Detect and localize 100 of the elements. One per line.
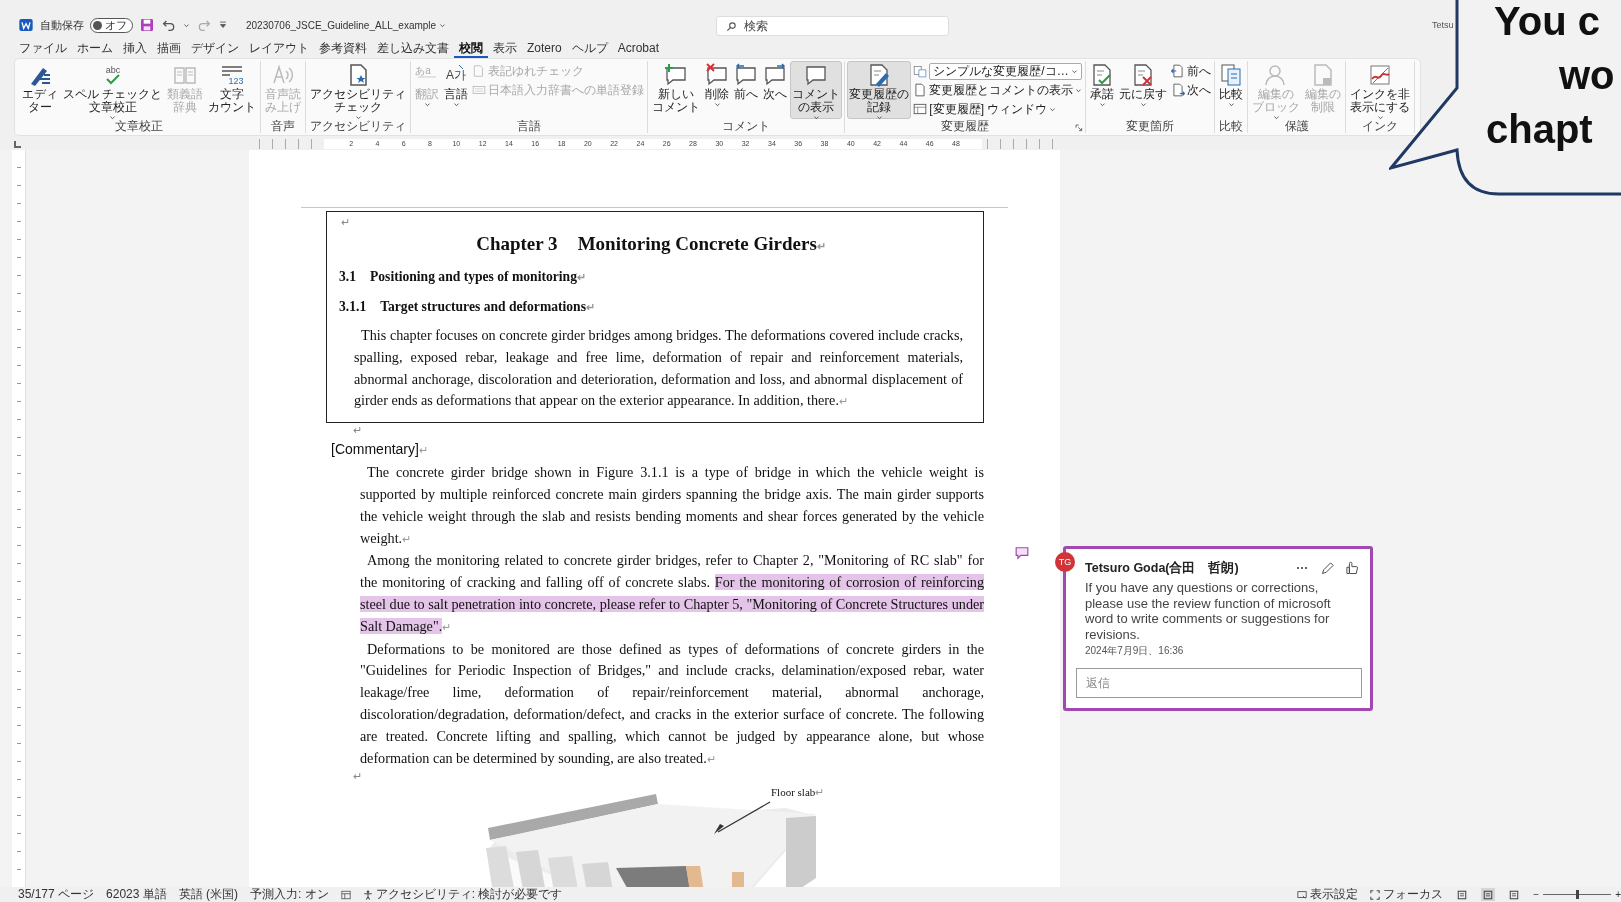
keyboard-icon xyxy=(472,83,487,97)
ribbon-button[interactable]: コメントの表示 xyxy=(790,61,843,119)
ribbon-tab[interactable]: Acrobat xyxy=(612,40,665,58)
autosave-label: 自動保存 xyxy=(40,17,84,33)
group-label: コメント xyxy=(722,119,771,134)
ribbon-button[interactable]: 前へ xyxy=(1170,62,1213,80)
status-text[interactable]: 英語 (米国) xyxy=(178,887,239,902)
caret-icon xyxy=(1227,101,1235,108)
previous-comment-icon xyxy=(734,63,759,87)
ribbon-button[interactable]: 元に戻す xyxy=(1117,61,1170,119)
group-label: 保護 xyxy=(1284,119,1309,134)
ribbon-button[interactable]: 123 文字カウント xyxy=(206,61,259,119)
commentary-label: [Commentary]↵ xyxy=(331,440,429,460)
ribbon-tab[interactable]: 差し込み文書 xyxy=(372,40,454,58)
ribbon-button[interactable]: 変更履歴の記録 xyxy=(847,61,912,119)
user-name[interactable]: Tetsu xyxy=(1432,20,1454,30)
ribbon-tab[interactable]: ファイル xyxy=(14,40,72,58)
ribbon-tab[interactable]: デザイン xyxy=(186,40,244,58)
ribbon-tab[interactable]: Zotero xyxy=(522,40,567,58)
ribbon-tab[interactable]: ホーム xyxy=(72,40,118,58)
focus-icon xyxy=(1370,889,1381,900)
ribbon-button[interactable]: 変更履歴とコメントの表示 xyxy=(912,81,1084,99)
callout-text: wo xyxy=(1559,52,1615,99)
markup-icon xyxy=(913,64,928,78)
status-text[interactable]: 予測入力: オン xyxy=(250,887,329,902)
ribbon-button[interactable]: 削除 xyxy=(703,61,732,119)
caret-icon xyxy=(713,101,721,108)
ribbon-button[interactable]: インクを非表示にする xyxy=(1348,61,1413,119)
ribbon-button[interactable]: アクセシビリティチェック xyxy=(308,61,409,119)
zoom-in-button[interactable]: + xyxy=(1615,888,1621,901)
reply-field[interactable]: 返信 xyxy=(1076,668,1362,698)
ribbon-button[interactable]: 次へ xyxy=(761,61,790,119)
leader-line xyxy=(712,800,772,837)
zoom-out-button[interactable]: − xyxy=(1533,888,1540,901)
paragraph: Deformations to be monitored are those defined as types of deformations of concrete girders in the "Guidelines for Periodic Inspection of Bridges," and include cracks, delamination/exposed rebar, water leakage/free lime, deformation of repair/reinforcement material, abnormal anchorage, discoloration/degradation, deformation/defect, and cracks in the exterior surface of concrete. The following are treated. Concrete lifting and spalling, which cannot be judged by appearance alone, but whose deformation can be determined by sounding, are also treated.↵ xyxy=(360,639,984,768)
customize-icon[interactable] xyxy=(218,20,228,30)
tab-selector[interactable] xyxy=(14,140,21,148)
caret-icon xyxy=(875,114,883,121)
slider-thumb[interactable] xyxy=(1576,890,1580,899)
search-field[interactable]: 検索 xyxy=(716,16,949,36)
ribbon-button[interactable]: エディター xyxy=(20,61,60,119)
ribbon-button[interactable]: 前へ xyxy=(732,61,761,119)
macro-icon[interactable] xyxy=(340,889,351,900)
caret-icon xyxy=(109,114,117,121)
caret-icon xyxy=(1098,101,1106,108)
status-text[interactable]: 62023 単語 xyxy=(106,887,167,902)
paragraph-mark: ↵ xyxy=(340,215,351,230)
group-label: アクセシビリティ xyxy=(310,119,407,134)
ink-icon xyxy=(1368,63,1393,87)
caret-icon xyxy=(1376,114,1384,121)
next-change-icon xyxy=(1171,83,1186,97)
ribbon-button[interactable]: A가 言語 xyxy=(442,61,471,119)
ribbon-button[interactable]: abc スペル チェックと文章校正 xyxy=(61,61,165,119)
caret-icon xyxy=(812,114,820,121)
group-label: 音声 xyxy=(271,119,296,134)
ribbon-tab[interactable]: レイアウト xyxy=(244,40,314,58)
ribbon-tab[interactable]: 参考資料 xyxy=(314,40,372,58)
status-text[interactable]: 35/177 ページ xyxy=(18,887,95,902)
dialog-launcher-icon[interactable] xyxy=(1075,124,1084,132)
ribbon-button[interactable]: 次へ xyxy=(1170,81,1213,99)
caret-icon xyxy=(452,101,460,108)
compare-icon xyxy=(1219,63,1244,87)
display-settings-button[interactable]: 表示設定 xyxy=(1297,887,1359,902)
ribbon-tab[interactable]: 挿入 xyxy=(118,40,152,58)
view-icon xyxy=(1457,889,1468,900)
group-label: 変更履歴 xyxy=(941,119,990,134)
comment-icon xyxy=(804,63,829,87)
focus-button[interactable]: フォーカス xyxy=(1370,887,1444,902)
ribbon-button[interactable]: 承諾 xyxy=(1088,61,1117,119)
comment-marker-icon[interactable] xyxy=(1014,546,1030,560)
group-label: インク xyxy=(1362,119,1399,134)
accessibility-status[interactable]: アクセシビリティ: 検討が必要です xyxy=(362,887,563,902)
ribbon-button[interactable]: [変更履歴] ウィンドウ xyxy=(912,100,1084,118)
section-heading: 3.1 Positioning and types of monitoring↵ xyxy=(339,268,587,286)
search-icon xyxy=(726,21,737,32)
caret-icon xyxy=(1272,114,1280,121)
comment-author: Tetsuro Goda(合田 哲朗) xyxy=(1085,559,1239,577)
group-label: 比較 xyxy=(1219,119,1244,134)
ribbon-button[interactable]: 新しいコメント xyxy=(650,61,703,119)
ribbon-tab[interactable]: 表示 xyxy=(488,40,522,58)
caret-icon xyxy=(1139,101,1147,108)
edit-icon[interactable] xyxy=(1320,560,1335,576)
autosave-toggle[interactable]: オフ xyxy=(90,17,133,33)
dropdown-field[interactable]: シンプルな変更履歴/コ… xyxy=(929,62,1082,80)
like-icon[interactable] xyxy=(1345,560,1360,576)
ribbon-tab[interactable]: 描画 xyxy=(152,40,186,58)
paragraph: Among the monitoring related to concrete girder bridges, refer to Chapter 2, "Monitoring of RC slab" for the monitoring of cracking and falling off of concrete slabs. For the monitoring of corrosion of reinforcing steel due to salt penetration into concrete, please refer to Chapter 5, "Monitoring of Concrete Structures under Salt Damage".↵ xyxy=(360,551,984,636)
track-changes-icon xyxy=(867,63,892,87)
paragraph-mark: ↵ xyxy=(352,770,363,784)
display-icon xyxy=(1297,889,1308,900)
ribbon-button[interactable]: 比較 xyxy=(1217,61,1246,119)
file-name-button[interactable]: 20230706_JSCE_Guideline_ALL_example xyxy=(246,19,447,31)
group-label: 文章校正 xyxy=(115,119,164,134)
save-icon[interactable] xyxy=(139,17,155,33)
ribbon-tab[interactable]: ヘルプ xyxy=(566,40,613,58)
paragraph: The concrete girder bridge shown in Figure 3.1.1 is a type of bridge in which the vehicle weight is supported by multiple reinforced concrete main girders spanning the bridge axis. The main girder supports the vehicle weight through the slab and resists bending moments and shear forces generated by the vehicle weight.↵ xyxy=(360,463,984,548)
paragraph: This chapter focuses on concrete girder bridges among bridges. The deformations covered include cracks, spalling, exposed rebar, leakage and free lime, deformation of repair and reinforcement materials, abnormal anchorage, discoloration and deterioration, deformation and loss, and abnormal displacement of girder ends as deformations that appear on the exterior appearance. In addition, there.↵ xyxy=(354,326,963,411)
view-button[interactable] xyxy=(1481,888,1496,901)
delete-comment-icon xyxy=(705,63,730,87)
app-logo-icon[interactable] xyxy=(18,17,34,33)
